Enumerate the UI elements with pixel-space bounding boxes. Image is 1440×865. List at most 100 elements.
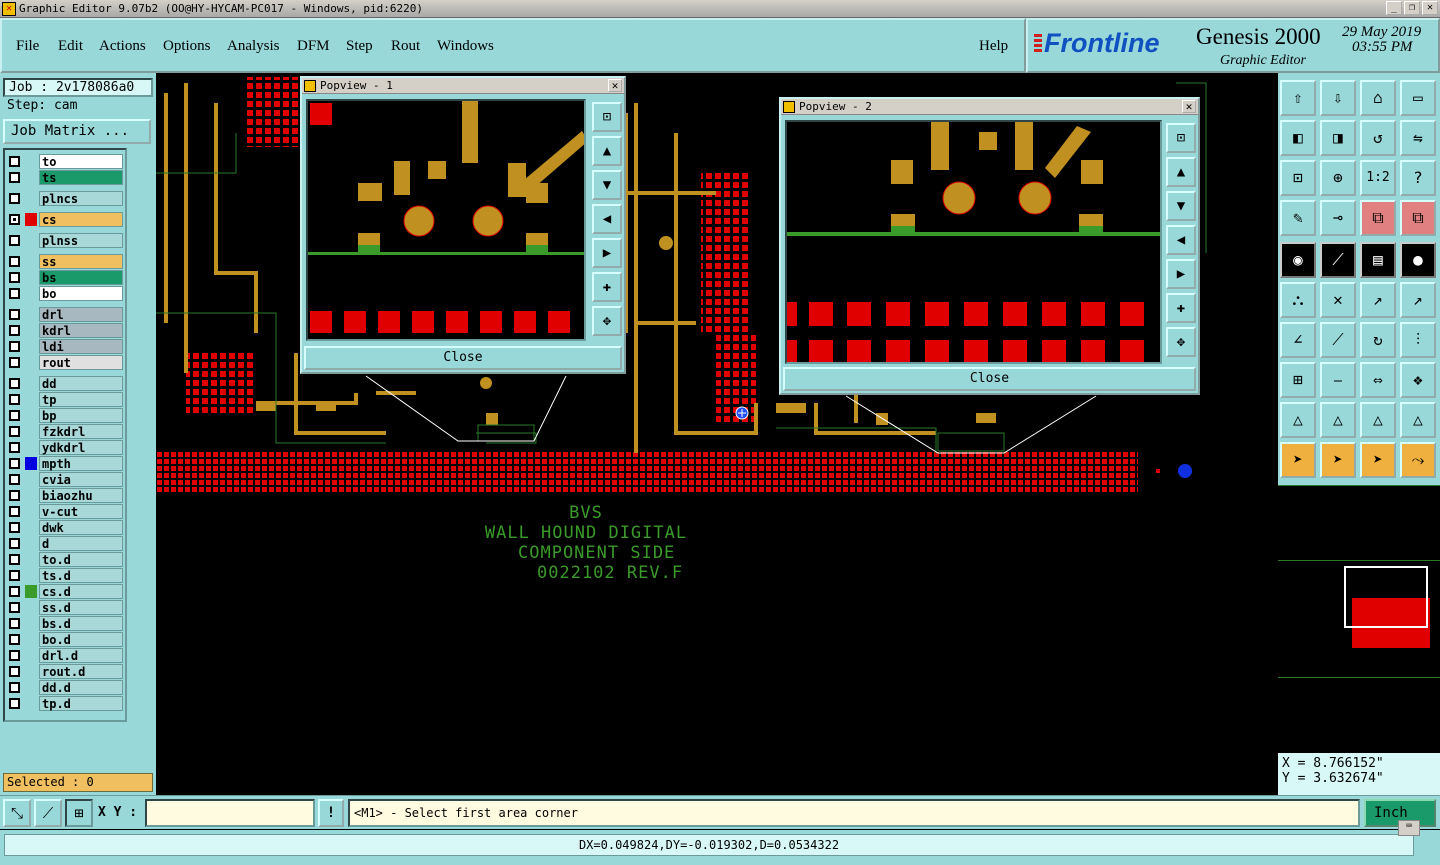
layer-name[interactable]: dd.d bbox=[39, 680, 123, 695]
popview-1-pan-right-button[interactable]: ▶ bbox=[592, 238, 622, 268]
layer-checkbox[interactable] bbox=[9, 378, 20, 389]
popview-1-close-button[interactable]: Close bbox=[304, 346, 622, 370]
layer-b-icon[interactable]: ⧉ bbox=[1400, 200, 1436, 236]
layer-checkbox[interactable] bbox=[9, 426, 20, 437]
layer-name[interactable]: ts.d bbox=[39, 568, 123, 583]
layer-row-dd[interactable]: dd bbox=[7, 376, 123, 391]
layer-row-ss-d[interactable]: ss.d bbox=[7, 600, 123, 615]
popview-2-zoom-in-button[interactable]: ✚ bbox=[1166, 293, 1196, 323]
mirror-icon[interactable]: ⇋ bbox=[1400, 120, 1436, 156]
window-icon[interactable]: ▭ bbox=[1400, 80, 1436, 116]
dash-icon[interactable]: ⎯ bbox=[1320, 362, 1356, 398]
layer-name[interactable]: drl bbox=[39, 307, 123, 322]
layer-checkbox[interactable] bbox=[9, 256, 20, 267]
popview-1-pan-up-button[interactable]: ▲ bbox=[592, 136, 622, 166]
layer-row-bo-d[interactable]: bo.d bbox=[7, 632, 123, 647]
layer-row-to-d[interactable]: to.d bbox=[7, 552, 123, 567]
popview-2-pan-left-button[interactable]: ◀ bbox=[1166, 225, 1196, 255]
layer-row-plncs[interactable]: plncs bbox=[7, 191, 123, 206]
layer-row-d[interactable]: d bbox=[7, 536, 123, 551]
layer-row-rout[interactable]: rout bbox=[7, 355, 123, 370]
layer-checkbox[interactable] bbox=[9, 602, 20, 613]
layer-checkbox[interactable] bbox=[9, 650, 20, 661]
circle-icon[interactable]: ● bbox=[1400, 242, 1436, 278]
layer-name[interactable]: tp.d bbox=[39, 696, 123, 711]
layer-name[interactable]: bo bbox=[39, 286, 123, 301]
layer-checkbox[interactable] bbox=[9, 394, 20, 405]
layer-checkbox[interactable] bbox=[9, 506, 20, 517]
layer-checkbox[interactable] bbox=[9, 193, 20, 204]
layer-row-ldi[interactable]: ldi bbox=[7, 339, 123, 354]
layer-name[interactable]: mpth bbox=[39, 456, 123, 471]
layer-checkbox[interactable] bbox=[9, 156, 20, 167]
layer-checkbox[interactable] bbox=[9, 554, 20, 565]
angle-icon[interactable]: ∠ bbox=[1280, 322, 1316, 358]
layer-checkbox[interactable] bbox=[9, 309, 20, 320]
layer-row-bo[interactable]: bo bbox=[7, 286, 123, 301]
layer-row-dd-d[interactable]: dd.d bbox=[7, 680, 123, 695]
menu-dfm[interactable]: DFM bbox=[297, 38, 330, 55]
net-icon[interactable]: ⛬ bbox=[1280, 282, 1316, 318]
pointer-icon[interactable]: ➤ bbox=[1280, 442, 1316, 478]
pen-icon[interactable]: ✎ bbox=[1280, 200, 1316, 236]
menu-options[interactable]: Options bbox=[163, 38, 211, 55]
layer-name[interactable]: kdrl bbox=[39, 323, 123, 338]
close-window-button[interactable]: ✕ bbox=[1422, 1, 1438, 15]
popview-2-close-button[interactable]: Close bbox=[783, 367, 1196, 391]
layer-checkbox[interactable] bbox=[9, 272, 20, 283]
probe-icon[interactable]: ⊸ bbox=[1320, 200, 1356, 236]
layer-row-cvia[interactable]: cvia bbox=[7, 472, 123, 487]
line-icon[interactable]: ⟋ bbox=[1320, 322, 1356, 358]
layer-row-bs[interactable]: bs bbox=[7, 270, 123, 285]
down-level-icon[interactable]: ⇩ bbox=[1320, 80, 1356, 116]
layer-row-biaozhu[interactable]: biaozhu bbox=[7, 488, 123, 503]
popview-2-zoom-fit-button[interactable]: ⊡ bbox=[1166, 123, 1196, 153]
layer-checkbox[interactable] bbox=[9, 586, 20, 597]
popview-2-close-icon[interactable]: ✕ bbox=[1182, 100, 1196, 113]
layer-name[interactable]: cs.d bbox=[39, 584, 123, 599]
menu-step[interactable]: Step bbox=[346, 38, 373, 55]
layer-name[interactable]: ss.d bbox=[39, 600, 123, 615]
grid-icon[interactable]: ⊞ bbox=[65, 799, 93, 827]
layer-row-cs[interactable]: cs bbox=[7, 212, 123, 227]
layer-checkbox[interactable] bbox=[9, 235, 20, 246]
job-matrix-button[interactable]: Job Matrix ... bbox=[3, 119, 151, 144]
left-icon[interactable]: ◧ bbox=[1280, 120, 1316, 156]
layer-checkbox[interactable] bbox=[9, 570, 20, 581]
layer-checkbox[interactable] bbox=[9, 538, 20, 549]
menu-analysis[interactable]: Analysis bbox=[227, 38, 280, 55]
layer-name[interactable]: rout.d bbox=[39, 664, 123, 679]
popview-2-pan-down-button[interactable]: ▼ bbox=[1166, 191, 1196, 221]
layer-a-icon[interactable]: ⧉ bbox=[1360, 200, 1396, 236]
layer-name[interactable]: ldi bbox=[39, 339, 123, 354]
fit-icon[interactable]: ⊡ bbox=[1280, 160, 1316, 196]
tri-d-icon[interactable]: △ bbox=[1400, 402, 1436, 438]
popview-1-zoom-out-button[interactable]: ✥ bbox=[592, 306, 622, 336]
layer-name[interactable]: bs.d bbox=[39, 616, 123, 631]
layer-checkbox[interactable] bbox=[9, 341, 20, 352]
layer-row-ydkdrl[interactable]: ydkdrl bbox=[7, 440, 123, 455]
layer-checkbox[interactable] bbox=[9, 490, 20, 501]
menu-edit[interactable]: Edit bbox=[58, 38, 83, 55]
help-icon[interactable]: ? bbox=[1400, 160, 1436, 196]
layer-name[interactable]: fzkdrl bbox=[39, 424, 123, 439]
menu-file[interactable]: File bbox=[16, 38, 39, 55]
popview-1-canvas[interactable] bbox=[306, 99, 588, 341]
layer-name[interactable]: dd bbox=[39, 376, 123, 391]
snap-icon[interactable]: ⤡ bbox=[3, 799, 31, 827]
layer-name[interactable]: rout bbox=[39, 355, 123, 370]
split-icon[interactable]: ⫶ bbox=[1400, 322, 1436, 358]
menu-help[interactable]: Help bbox=[979, 38, 1008, 55]
arc-icon[interactable]: ↻ bbox=[1360, 322, 1396, 358]
layer-name[interactable]: bo.d bbox=[39, 632, 123, 647]
layer-checkbox[interactable] bbox=[9, 474, 20, 485]
rotate-icon[interactable]: ↺ bbox=[1360, 120, 1396, 156]
layer-row-bs-d[interactable]: bs.d bbox=[7, 616, 123, 631]
layer-name[interactable]: dwk bbox=[39, 520, 123, 535]
home-icon[interactable]: ⌂ bbox=[1360, 80, 1396, 116]
layer-row-ts[interactable]: ts bbox=[7, 170, 123, 185]
layer-checkbox[interactable] bbox=[9, 682, 20, 693]
layer-name[interactable]: bp bbox=[39, 408, 123, 423]
route-icon[interactable]: ⤳ bbox=[1400, 442, 1436, 478]
popview-2-zoom-out-button[interactable]: ✥ bbox=[1166, 327, 1196, 357]
